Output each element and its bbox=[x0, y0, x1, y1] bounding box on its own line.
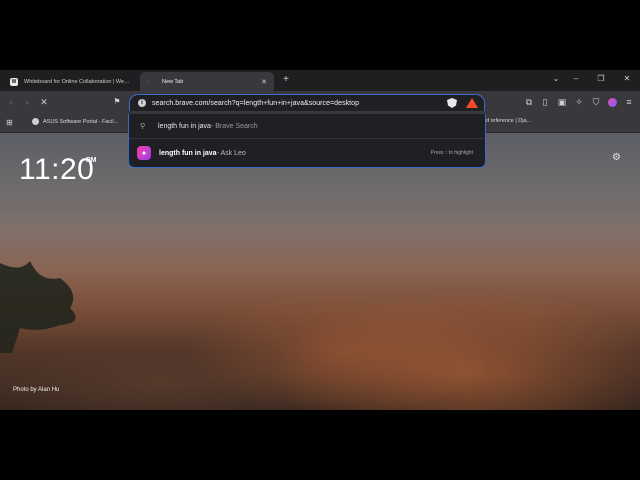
clock-time: 11:20 bbox=[19, 153, 95, 186]
bookmark-label: ASUS Software Portal - Facil... bbox=[43, 118, 119, 125]
forward-icon[interactable]: › bbox=[21, 96, 33, 108]
site-info-icon[interactable]: i bbox=[138, 99, 146, 107]
suggestion-query: length fun in java bbox=[159, 149, 217, 157]
gear-icon[interactable]: ⚙ bbox=[612, 152, 621, 163]
globe-icon bbox=[32, 118, 39, 125]
tab-new-tab[interactable]: ⋅ New Tab ✕ bbox=[140, 72, 274, 91]
extensions-icon[interactable]: ⧉ bbox=[523, 96, 535, 108]
tab-whiteboard[interactable]: W Whiteboard for Online Collaboration | … bbox=[4, 72, 136, 91]
suggestion-ask-leo[interactable]: ✦ length fun in java - Ask Leo Press ↑ t… bbox=[129, 141, 485, 165]
apps-grid-icon[interactable]: ⊞ bbox=[6, 118, 13, 127]
minimize-button[interactable]: – bbox=[569, 74, 583, 83]
maximize-button[interactable]: ❐ bbox=[594, 74, 608, 83]
keyboard-hint: Press ↑ to highlight bbox=[430, 150, 473, 156]
divider bbox=[129, 138, 485, 139]
search-icon: ⚲ bbox=[140, 123, 146, 130]
stop-loading-icon[interactable]: ✕ bbox=[38, 96, 50, 108]
whiteboard-favicon-icon: W bbox=[10, 77, 18, 86]
close-window-button[interactable]: ✕ bbox=[620, 74, 634, 83]
toolbar: ‹ › ✕ ⚑ i search.brave.com/search?q=leng… bbox=[0, 91, 640, 113]
wallet-icon[interactable]: ▣ bbox=[556, 96, 568, 108]
loading-icon: ⋅ bbox=[148, 78, 150, 85]
profile-avatar-icon[interactable] bbox=[606, 96, 618, 108]
url-text[interactable]: search.brave.com/search?q=length+fun+in+… bbox=[152, 100, 359, 107]
vpn-icon[interactable]: ⛉ bbox=[590, 96, 602, 108]
leo-ai-icon: ✦ bbox=[137, 146, 151, 160]
bookmark-asus[interactable]: ASUS Software Portal - Facil... bbox=[32, 118, 118, 125]
tree-silhouette bbox=[0, 261, 76, 353]
tab-title: New Tab bbox=[162, 78, 184, 85]
brave-rewards-icon[interactable] bbox=[466, 98, 478, 108]
address-bar[interactable]: i search.brave.com/search?q=length+fun+i… bbox=[129, 94, 485, 111]
close-tab-icon[interactable]: ✕ bbox=[260, 78, 268, 86]
tab-search-icon[interactable]: ⌄ bbox=[549, 74, 563, 83]
suggestion-query: length fun in java bbox=[158, 122, 211, 130]
back-icon[interactable]: ‹ bbox=[5, 96, 17, 108]
tab-title: Whiteboard for Online Collaboration | We… bbox=[24, 78, 130, 85]
bookmark-label: d reference | Dja... bbox=[486, 118, 532, 124]
suggestion-source: - Ask Leo bbox=[216, 149, 246, 157]
new-tab-background-image: 11:20 PM ⚙ Photo by Alan Hu bbox=[0, 133, 640, 410]
tab-strip: W Whiteboard for Online Collaboration | … bbox=[0, 70, 640, 91]
menu-icon[interactable]: ≡ bbox=[623, 96, 635, 108]
suggestion-source: - Brave Search bbox=[210, 122, 258, 130]
bookmark-icon[interactable]: ⚑ bbox=[111, 96, 123, 108]
bookmark-django-reference[interactable]: d reference | Dja... bbox=[486, 118, 531, 124]
omnibox-suggestions: ⚲ length fun in java - Brave Search ✦ le… bbox=[128, 114, 486, 168]
suggestion-brave-search[interactable]: ⚲ length fun in java - Brave Search bbox=[129, 116, 485, 136]
leo-icon[interactable]: ✧ bbox=[573, 96, 585, 108]
sidebar-icon[interactable]: ▯ bbox=[539, 96, 551, 108]
new-tab-button[interactable]: + bbox=[280, 75, 292, 85]
clock-ampm: PM bbox=[86, 157, 97, 164]
photo-credit[interactable]: Photo by Alan Hu bbox=[13, 387, 59, 393]
browser-window: W Whiteboard for Online Collaboration | … bbox=[0, 70, 640, 410]
brave-shields-icon[interactable] bbox=[447, 98, 457, 108]
